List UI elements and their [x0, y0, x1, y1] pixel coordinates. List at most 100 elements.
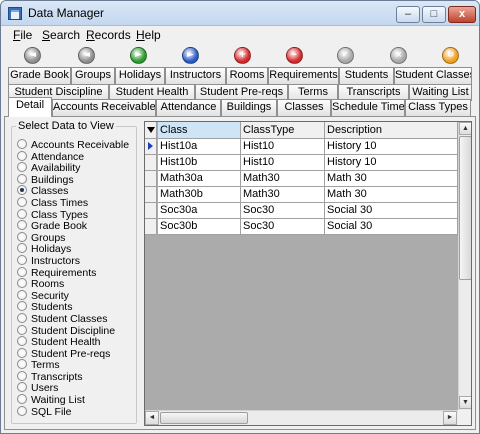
option-security[interactable]: Security: [17, 289, 129, 302]
option-student-pre-reqs[interactable]: Student Pre-reqs: [17, 347, 129, 359]
scroll-left-icon[interactable]: ◄: [145, 411, 159, 425]
tab-detail[interactable]: Detail: [8, 97, 52, 117]
column-header-classtype[interactable]: ClassType: [241, 122, 325, 139]
tab-students[interactable]: Students: [339, 67, 394, 84]
menu-records[interactable]: Records: [86, 27, 131, 44]
tab-class-types[interactable]: Class Types: [405, 99, 471, 116]
radio-button[interactable]: [17, 370, 27, 381]
radio-button[interactable]: [17, 266, 27, 277]
option-buildings[interactable]: Buildings: [17, 173, 129, 186]
row-header[interactable]: [145, 171, 157, 187]
table-cell[interactable]: Math 30: [325, 171, 458, 187]
table-cell[interactable]: Soc30a: [158, 203, 241, 219]
tab-buildings[interactable]: Buildings: [221, 99, 277, 116]
option-holidays[interactable]: Holidays: [17, 243, 129, 255]
first-record-icon[interactable]: ◄: [24, 47, 41, 64]
option-grade-book[interactable]: Grade Book: [17, 220, 129, 232]
table-cell[interactable]: Soc30: [241, 203, 325, 219]
table-cell[interactable]: History 10: [325, 139, 458, 155]
radio-button[interactable]: [17, 208, 27, 219]
menu-file[interactable]: File: [13, 27, 32, 44]
radio-button[interactable]: [17, 173, 27, 184]
close-button[interactable]: x: [448, 6, 476, 23]
table-cell[interactable]: Hist10a: [158, 139, 241, 155]
minimize-button[interactable]: –: [396, 6, 420, 23]
option-attendance[interactable]: Attendance: [17, 150, 129, 162]
option-student-discipline[interactable]: Student Discipline: [17, 324, 129, 336]
option-terms[interactable]: Terms: [17, 359, 129, 371]
column-header-class[interactable]: Class: [158, 122, 241, 139]
tab-rooms[interactable]: Rooms: [226, 67, 268, 84]
table-cell[interactable]: Soc30: [241, 219, 325, 235]
table-cell[interactable]: Social 30: [325, 219, 458, 235]
next-record-icon[interactable]: ►: [130, 47, 147, 64]
tab-schedule-times[interactable]: Schedule Times: [331, 99, 405, 116]
maximize-button[interactable]: □: [422, 6, 446, 23]
title-bar[interactable]: Data Manager – □ x: [1, 1, 479, 26]
table-cell[interactable]: Math30a: [158, 171, 241, 187]
tab-classes[interactable]: Classes: [277, 99, 331, 116]
vertical-scrollbar[interactable]: ▲ ▼: [458, 122, 471, 410]
radio-button[interactable]: [17, 231, 27, 242]
radio-button[interactable]: [17, 301, 27, 312]
radio-button[interactable]: [17, 336, 27, 347]
table-cell[interactable]: History 10: [325, 155, 458, 171]
radio-button[interactable]: [17, 312, 27, 323]
option-classes[interactable]: Classes: [17, 185, 129, 197]
data-grid[interactable]: ▲ ▼ ◄ ► Class ClassType Description Hist10a…: [144, 121, 472, 426]
column-header-description[interactable]: Description: [325, 122, 458, 139]
tab-grade-book[interactable]: Grade Book: [8, 67, 71, 84]
table-cell[interactable]: Hist10: [241, 139, 325, 155]
table-cell[interactable]: Math30: [241, 171, 325, 187]
vertical-scroll-thumb[interactable]: [459, 136, 471, 280]
radio-button[interactable]: [17, 289, 27, 300]
row-header[interactable]: [145, 155, 157, 171]
radio-button[interactable]: [17, 359, 27, 370]
tab-accounts-receivable[interactable]: Accounts Receivable: [52, 99, 156, 116]
previous-record-icon[interactable]: ◄: [78, 47, 95, 64]
table-cell[interactable]: Math30: [241, 187, 325, 203]
delete-record-icon[interactable]: –: [286, 47, 303, 64]
radio-button[interactable]: [17, 347, 27, 358]
radio-button[interactable]: [17, 196, 27, 207]
option-student-health[interactable]: Student Health: [17, 336, 129, 348]
radio-button[interactable]: [17, 220, 27, 231]
menu-help[interactable]: Help: [136, 27, 161, 44]
table-cell[interactable]: Math30b: [158, 187, 241, 203]
tab-attendance[interactable]: Attendance: [156, 99, 221, 116]
refresh-icon[interactable]: ↻: [442, 47, 459, 64]
row-header[interactable]: [145, 187, 157, 203]
option-waiting-list[interactable]: Waiting List: [17, 394, 129, 406]
radio-button[interactable]: [17, 324, 27, 335]
radio-button[interactable]: [17, 382, 27, 393]
tab-student-classes[interactable]: Student Classes: [394, 67, 472, 84]
cancel-edit-icon[interactable]: ×: [390, 47, 407, 64]
option-rooms[interactable]: Rooms: [17, 278, 129, 290]
table-cell[interactable]: Soc30b: [158, 219, 241, 235]
option-student-classes[interactable]: Student Classes: [17, 312, 129, 325]
radio-button[interactable]: [17, 254, 27, 265]
option-class-times[interactable]: Class Times: [17, 196, 129, 209]
save-record-icon[interactable]: ✓: [337, 47, 354, 64]
radio-button[interactable]: [17, 243, 27, 254]
table-cell[interactable]: Hist10: [241, 155, 325, 171]
grid-corner-menu-icon[interactable]: [145, 122, 157, 139]
option-accounts-receivable[interactable]: Accounts Receivable: [17, 139, 129, 151]
scroll-down-icon[interactable]: ▼: [459, 396, 471, 409]
tab-instructors[interactable]: Instructors: [165, 67, 226, 84]
option-availability[interactable]: Availability: [17, 162, 129, 174]
table-cell[interactable]: Hist10b: [158, 155, 241, 171]
radio-button[interactable]: [17, 405, 27, 416]
scroll-up-icon[interactable]: ▲: [459, 122, 471, 135]
option-sql-file[interactable]: SQL File: [17, 405, 129, 417]
table-cell[interactable]: Social 30: [325, 203, 458, 219]
radio-button[interactable]: [17, 185, 27, 196]
horizontal-scroll-thumb[interactable]: [160, 412, 248, 424]
table-cell[interactable]: Math 30: [325, 187, 458, 203]
option-users[interactable]: Users: [17, 382, 129, 394]
menu-search[interactable]: Search: [42, 27, 80, 44]
option-students[interactable]: Students: [17, 301, 129, 313]
option-requirements[interactable]: Requirements: [17, 266, 129, 278]
last-record-icon[interactable]: ►: [182, 47, 199, 64]
tab-groups[interactable]: Groups: [71, 67, 115, 84]
